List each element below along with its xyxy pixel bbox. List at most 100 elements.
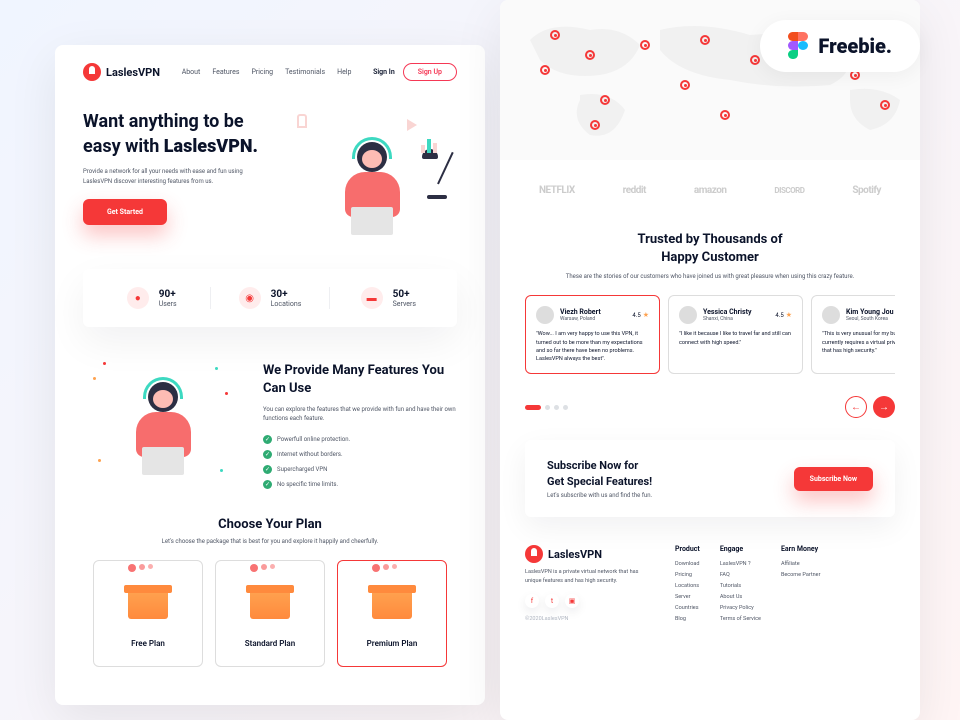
footer-link[interactable]: LaslesVPN ? [720, 561, 761, 567]
footer-link[interactable]: Blog [675, 616, 700, 622]
features-subtitle: You can explore the features that we pro… [263, 405, 457, 424]
twitter-icon[interactable]: t [545, 594, 559, 608]
rating: 4.5★ [632, 311, 649, 319]
avatar [536, 306, 554, 324]
footer-logo[interactable]: LaslesVPN [525, 545, 655, 563]
subscribe-subtitle: Let's subscribe with us and find the fun… [547, 492, 652, 499]
footer-link[interactable]: Server [675, 594, 700, 600]
footer-link[interactable]: Become Partner [781, 572, 821, 578]
avatar [822, 306, 840, 324]
footer-link[interactable]: Affiliate [781, 561, 821, 567]
location-icon: ◉ [239, 287, 261, 309]
plans-section: Choose Your Plan Let's choose the packag… [55, 507, 485, 677]
footer-link[interactable]: Locations [675, 583, 700, 589]
features-illustration [83, 362, 243, 492]
avatar [679, 306, 697, 324]
box-icon [367, 579, 417, 629]
subscribe-box: Subscribe Now forGet Special Features! L… [525, 440, 895, 517]
brand-reddit: reddit [623, 185, 646, 196]
feature-item: ✓Supercharged VPN [263, 462, 457, 477]
nav-help[interactable]: Help [337, 68, 351, 76]
hero-title: Want anything to beeasy with LaslesVPN. [83, 109, 272, 159]
signup-button[interactable]: Sign Up [403, 63, 457, 81]
feature-item: ✓Powerfull online protection. [263, 432, 457, 447]
rating: 4.5★ [775, 311, 792, 319]
star-icon: ★ [643, 311, 649, 319]
logo[interactable]: LaslesVPN [83, 63, 160, 81]
subscribe-title: Subscribe Now forGet Special Features! [547, 458, 652, 489]
signin-link[interactable]: Sign In [373, 68, 395, 76]
copyright: ©2020LaslesVPN [525, 616, 655, 622]
nav-links: About Features Pricing Testimonials Help [182, 68, 352, 76]
check-icon: ✓ [263, 450, 272, 459]
testimonial-card[interactable]: Viezh RobertWarsaw, Poland4.5★ "Wow... I… [525, 295, 660, 374]
nav-about[interactable]: About [182, 68, 201, 76]
hero-illustration [287, 109, 457, 239]
star-icon: ★ [786, 311, 792, 319]
facebook-icon[interactable]: f [525, 594, 539, 608]
landing-panel-top: LaslesVPN About Features Pricing Testimo… [55, 45, 485, 705]
stat-users: ●90+Users [93, 287, 211, 309]
plan-premium[interactable]: Premium Plan [337, 560, 447, 667]
carousel-dot[interactable] [563, 405, 568, 410]
subscribe-button[interactable]: Subscribe Now [794, 467, 873, 491]
footer-product: Product Download Pricing Locations Serve… [675, 545, 700, 627]
carousel-dot[interactable] [554, 405, 559, 410]
carousel-dot[interactable] [545, 405, 550, 410]
get-started-button[interactable]: Get Started [83, 199, 167, 225]
features-title: We Provide Many Features You Can Use [263, 362, 457, 398]
brand-discord: DISCORD [774, 186, 804, 195]
check-icon: ✓ [263, 480, 272, 489]
brand-logos: NETFLIX reddit amazon DISCORD Spotify [500, 160, 920, 221]
hero-section: Want anything to beeasy with LaslesVPN. … [55, 99, 485, 249]
hero-subtitle: Provide a network for all your needs wit… [83, 167, 272, 186]
features-list: ✓Powerfull online protection. ✓Internet … [263, 432, 457, 492]
check-icon: ✓ [263, 435, 272, 444]
navbar: LaslesVPN About Features Pricing Testimo… [55, 45, 485, 99]
landing-panel-bottom: NETFLIX reddit amazon DISCORD Spotify Tr… [500, 0, 920, 720]
footer-link[interactable]: About Us [720, 594, 761, 600]
testimonials-subtitle: These are the stories of our customers w… [525, 273, 895, 280]
figma-icon [788, 32, 808, 60]
logo-text: LaslesVPN [106, 66, 160, 79]
logo-icon [83, 63, 101, 81]
footer-link[interactable]: Terms of Service [720, 616, 761, 622]
testimonial-card[interactable]: Kim Young JouSeoul, South Korea4.5★ "Thi… [811, 295, 895, 374]
footer-engage: Engage LaslesVPN ? FAQ Tutorials About U… [720, 545, 761, 627]
stat-locations: ◉30+Locations [211, 287, 329, 309]
footer-link[interactable]: FAQ [720, 572, 761, 578]
testimonials-title: Trusted by Thousands ofHappy Customer [525, 231, 895, 267]
footer-link[interactable]: Pricing [675, 572, 700, 578]
carousel-dots [525, 405, 568, 410]
plans-title: Choose Your Plan [83, 517, 457, 532]
brand-spotify: Spotify [852, 185, 881, 196]
carousel-dot[interactable] [525, 405, 541, 410]
arrow-right-button[interactable]: → [873, 396, 895, 418]
nav-auth: Sign In Sign Up [373, 63, 457, 81]
stat-servers: ▬50+Servers [330, 287, 447, 309]
footer-link[interactable]: Tutorials [720, 583, 761, 589]
arrow-left-button[interactable]: ← [845, 396, 867, 418]
plan-free[interactable]: Free Plan [93, 560, 203, 667]
instagram-icon[interactable]: ▣ [565, 594, 579, 608]
brand-netflix: NETFLIX [539, 185, 575, 196]
nav-pricing[interactable]: Pricing [251, 68, 273, 76]
server-icon: ▬ [361, 287, 383, 309]
nav-testimonials[interactable]: Testimonials [285, 68, 325, 76]
stats-bar: ●90+Users ◉30+Locations ▬50+Servers [83, 269, 457, 327]
carousel-controls: ← → [500, 384, 920, 430]
footer-link[interactable]: Countries [675, 605, 700, 611]
box-icon [245, 579, 295, 629]
nav-features[interactable]: Features [212, 68, 239, 76]
plans-subtitle: Let's choose the package that is best fo… [83, 538, 457, 545]
check-icon: ✓ [263, 465, 272, 474]
footer-link[interactable]: Privacy Policy [720, 605, 761, 611]
plan-standard[interactable]: Standard Plan [215, 560, 325, 667]
footer-link[interactable]: Download [675, 561, 700, 567]
footer-about: LaslesVPN is a private virtual network t… [525, 568, 655, 586]
testimonial-card[interactable]: Yessica ChristyShanxi, China4.5★ "I like… [668, 295, 803, 374]
freebie-text: Freebie. [818, 34, 892, 58]
freebie-badge: Freebie. [760, 20, 920, 72]
testimonials-section: Trusted by Thousands ofHappy Customer Th… [500, 221, 920, 384]
user-icon: ● [127, 287, 149, 309]
